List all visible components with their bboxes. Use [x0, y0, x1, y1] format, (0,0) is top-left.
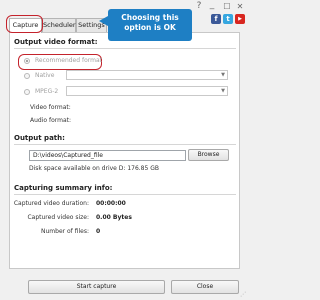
- callout-line-2: option is OK: [124, 23, 176, 32]
- maximize-button[interactable]: ☐: [222, 2, 232, 11]
- mpeg2-format-dropdown[interactable]: ▼: [66, 86, 228, 96]
- duration-value: 00:00:00: [96, 200, 126, 207]
- resize-grip-icon[interactable]: ⋰: [240, 291, 246, 298]
- summary-header: Capturing summary info:: [14, 184, 113, 192]
- native-format-dropdown[interactable]: ▼: [66, 70, 228, 80]
- callout-line-1: Choosing this: [121, 13, 179, 22]
- native-label: Native: [35, 72, 55, 79]
- recommended-format-radio[interactable]: [24, 58, 30, 64]
- native-radio[interactable]: [24, 73, 30, 79]
- mpeg2-label: MPEG-2: [35, 88, 59, 95]
- size-value: 0.00 Bytes: [96, 214, 132, 221]
- files-value: 0: [96, 228, 101, 235]
- divider: [14, 194, 236, 195]
- twitter-icon[interactable]: t: [223, 14, 233, 24]
- recommended-format-label: Recommended format: [35, 57, 102, 64]
- mpeg2-radio[interactable]: [24, 89, 30, 95]
- callout-text: Choosing this option is OK: [108, 13, 192, 33]
- audio-format-label: Audio format:: [30, 117, 72, 124]
- disk-space-text: Disk space available on drive D: 176.85 …: [29, 165, 159, 172]
- youtube-icon[interactable]: ▶: [235, 14, 245, 24]
- chevron-down-icon: ▼: [221, 72, 225, 78]
- output-format-header: Output video format:: [14, 38, 98, 46]
- close-button[interactable]: Close: [171, 280, 239, 294]
- minimize-button[interactable]: _: [207, 0, 217, 10]
- video-format-label: Video format:: [30, 104, 71, 111]
- tab-scheduler[interactable]: Scheduler: [42, 18, 76, 32]
- facebook-icon[interactable]: f: [211, 14, 221, 24]
- duration-label: Captured video duration:: [13, 200, 89, 207]
- chevron-down-icon: ▼: [221, 88, 225, 94]
- start-capture-button[interactable]: Start capture: [28, 280, 165, 294]
- output-path-header: Output path:: [14, 134, 65, 142]
- size-label: Captured video size:: [27, 214, 89, 221]
- browse-button[interactable]: Browse: [188, 149, 229, 161]
- divider: [14, 144, 236, 145]
- help-button[interactable]: ?: [194, 1, 204, 11]
- output-path-input[interactable]: D:\videos\Captured_file: [29, 150, 186, 161]
- capture-tab-highlight: [6, 15, 43, 33]
- files-label: Number of files:: [41, 228, 89, 235]
- close-window-button[interactable]: ✕: [235, 2, 245, 11]
- divider: [14, 48, 236, 49]
- callout-tail: [99, 16, 108, 26]
